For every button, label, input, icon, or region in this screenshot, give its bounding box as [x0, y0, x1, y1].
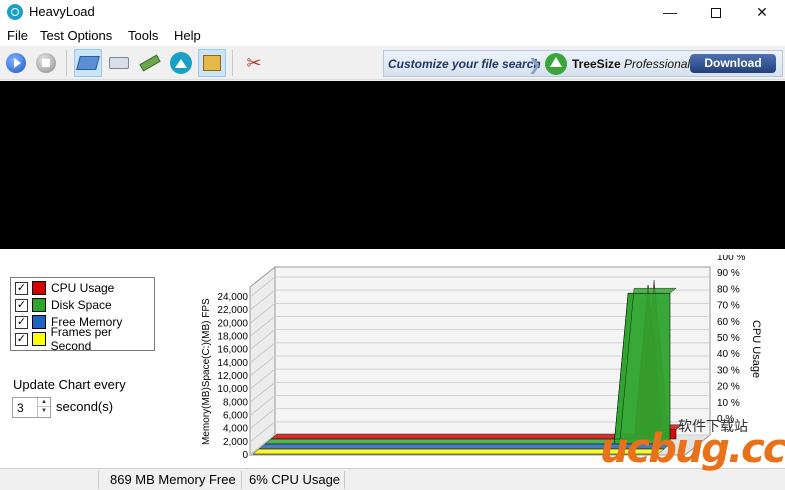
status-separator: [98, 471, 99, 489]
left-tick-label: 2,000: [223, 437, 248, 448]
status-bar: 869 MB Memory Free 6% CPU Usage: [0, 468, 785, 490]
left-tick-label: 18,000: [217, 332, 248, 343]
left-tick-label: 0: [242, 450, 248, 461]
banner-product: TreeSize Professional: [572, 57, 691, 71]
menu-file[interactable]: File: [7, 28, 28, 43]
right-tick-label: 70 %: [717, 301, 740, 312]
right-tick-label: 40 %: [717, 349, 740, 360]
maximize-button[interactable]: [693, 0, 739, 25]
increment-button[interactable]: ▲: [38, 398, 50, 407]
menu-help[interactable]: Help: [174, 28, 201, 43]
gpu-icon: [170, 52, 192, 74]
heavyload-window: HeavyLoad — ✕ File Test Options Tools He…: [0, 0, 785, 490]
tempfile-test-toggle[interactable]: [198, 49, 226, 77]
stepper-buttons: ▲ ▼: [37, 398, 50, 417]
decrement-button[interactable]: ▼: [38, 407, 50, 416]
right-tick-label: 30 %: [717, 365, 740, 376]
left-tick-label: 22,000: [217, 305, 248, 316]
toolbar-separator: [66, 50, 67, 76]
cpu-icon: [76, 56, 100, 70]
stop-icon: [36, 53, 56, 73]
left-axis-ticks: 0 2,000 4,000 6,000 8,000 10,000 12,000 14,000 1…: [217, 292, 248, 461]
legend-swatch: [31, 332, 46, 346]
left-axis-label: Memory(MB)Space(C:)(MB) FPS: [201, 298, 212, 445]
memory-status: 869 MB Memory Free: [110, 472, 236, 487]
status-separator: [241, 471, 242, 489]
right-tick-label: 50 %: [717, 333, 740, 344]
treesize-logo-icon: [545, 53, 567, 75]
banner-text: Customize your file search: [388, 57, 541, 71]
left-tick-label: 6,000: [223, 411, 248, 422]
right-tick-label: 0 %: [717, 414, 734, 425]
chart-legend: ✓ CPU Usage ✓ Disk Space ✓ Free Memory ✓…: [10, 277, 155, 353]
left-tick-label: 16,000: [217, 345, 248, 356]
cpu-status: 6% CPU Usage: [249, 472, 341, 487]
right-axis-label: CPU Usage: [750, 320, 762, 378]
legend-item-disk[interactable]: ✓ Disk Space: [15, 297, 112, 313]
update-interval-value[interactable]: 3: [17, 401, 24, 415]
series-ribbon: [258, 443, 671, 450]
gpu-test-toggle[interactable]: [167, 49, 195, 77]
series-ribbon: [252, 448, 665, 455]
title-bar: HeavyLoad — ✕: [0, 0, 785, 25]
close-button[interactable]: ✕: [739, 0, 785, 25]
menu-bar: File Test Options Tools Help: [0, 25, 785, 46]
checkbox[interactable]: ✓: [15, 315, 28, 329]
legend-item-cpu[interactable]: ✓ CPU Usage: [15, 280, 114, 296]
legend-swatch: [32, 281, 46, 295]
load-chart: 0 2,000 4,000 6,000 8,000 10,000 12,000 14,000 1…: [201, 255, 762, 461]
right-tick-label: 80 %: [717, 284, 740, 295]
memory-icon: [139, 54, 161, 72]
legend-label: Frames per Second: [50, 325, 112, 353]
left-tick-label: 24,000: [217, 292, 248, 303]
window-title: HeavyLoad: [29, 4, 95, 19]
menu-tools[interactable]: Tools: [128, 28, 158, 43]
toolbar-separator: [232, 50, 233, 76]
start-test-button[interactable]: [2, 49, 30, 77]
legend-swatch: [32, 315, 46, 329]
treesize-banner[interactable]: Customize your file search ❯ TreeSize Pr…: [383, 50, 783, 77]
tools-icon: ✂: [246, 53, 262, 73]
left-tick-label: 8,000: [223, 397, 248, 408]
checkbox[interactable]: ✓: [15, 298, 28, 312]
chart-side-wall: [249, 265, 276, 457]
left-tick-label: 14,000: [217, 358, 248, 369]
left-tick-label: 10,000: [217, 384, 248, 395]
disk-icon: [109, 57, 129, 69]
stop-test-button[interactable]: [32, 49, 60, 77]
right-tick-label: 60 %: [717, 317, 740, 328]
chip-icon: [203, 55, 221, 71]
download-button[interactable]: Download: [690, 54, 776, 73]
status-separator: [344, 471, 345, 489]
options-button[interactable]: ✂: [240, 49, 268, 77]
right-axis-ticks: 0 % 10 % 20 % 30 % 40 % 50 % 60 % 70 % 80 % 90 % 1…: [717, 255, 745, 425]
right-tick-label: 100 %: [717, 255, 745, 263]
legend-label: Disk Space: [51, 298, 112, 312]
checkbox[interactable]: ✓: [15, 332, 28, 346]
right-tick-label: 90 %: [717, 268, 740, 279]
minimize-button[interactable]: —: [647, 0, 693, 25]
right-tick-label: 10 %: [717, 398, 740, 409]
left-tick-label: 20,000: [217, 318, 248, 329]
update-interval-label: Update Chart every: [13, 377, 126, 392]
legend-swatch: [32, 298, 46, 312]
menu-test-options[interactable]: Test Options: [40, 28, 112, 43]
left-tick-label: 4,000: [223, 424, 248, 435]
chevron-right-icon: ❯: [528, 57, 542, 74]
app-icon: [7, 4, 23, 20]
play-icon: [6, 53, 26, 73]
checkbox[interactable]: ✓: [15, 281, 28, 295]
right-tick-label: 20 %: [717, 382, 740, 393]
stress-display: [0, 81, 785, 249]
update-interval-stepper[interactable]: 3 ▲ ▼: [12, 397, 51, 418]
legend-label: CPU Usage: [51, 281, 115, 295]
memory-test-toggle[interactable]: [136, 49, 164, 77]
cpu-test-toggle[interactable]: [74, 49, 102, 77]
left-tick-label: 12,000: [217, 371, 248, 382]
disk-test-toggle[interactable]: [105, 49, 133, 77]
maximize-icon: [711, 8, 721, 19]
update-interval-unit: second(s): [56, 399, 114, 414]
legend-item-fps[interactable]: ✓ Frames per Second: [15, 325, 154, 353]
